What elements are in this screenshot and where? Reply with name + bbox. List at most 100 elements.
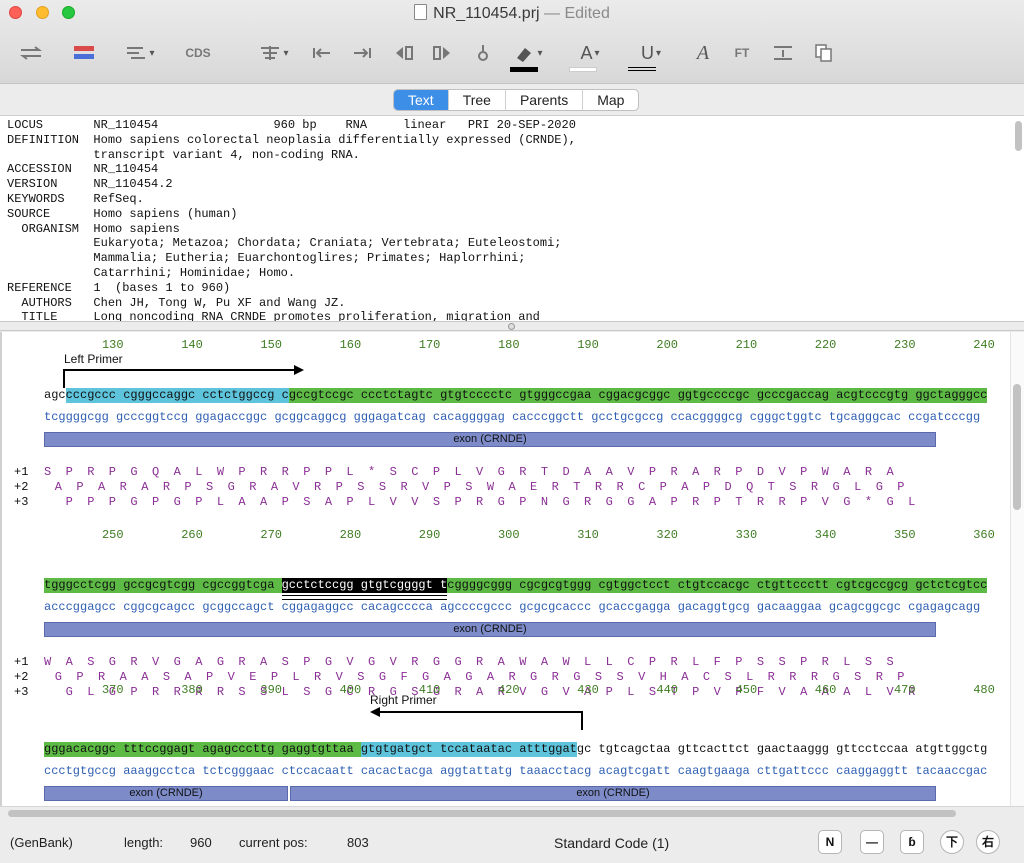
reading-frame-translation[interactable]: G P R A A S A P V E P L R V S G F G A G … — [44, 670, 908, 684]
current-pos-label: current pos: — [239, 835, 308, 850]
sequence-map-pane[interactable]: 130 140 150 160 170 180 190 200 210 220 230 240 agcc… — [0, 332, 1024, 806]
underline-dropdown[interactable]: U ▾ — [628, 40, 674, 66]
position-number: 440 — [656, 683, 678, 697]
collapse-button[interactable]: — — [860, 830, 884, 854]
position-number: 220 — [814, 338, 837, 352]
position-number: 470 — [893, 683, 916, 697]
right-primer-arrowhead — [370, 707, 380, 717]
direction-right-button[interactable]: 右 — [976, 830, 1000, 854]
position-number: 150 — [260, 338, 282, 352]
horizontal-scroll-thumb[interactable] — [8, 810, 956, 817]
direction-down-button[interactable]: 下 — [940, 830, 964, 854]
ft-button[interactable]: FT — [730, 40, 754, 66]
extend-right-icon[interactable] — [430, 40, 454, 66]
status-bar: (GenBank) length: 960 current pos: 803 S… — [0, 818, 1024, 863]
position-number: 460 — [814, 683, 837, 697]
marker-icon[interactable] — [472, 40, 494, 66]
right-primer-arrow[interactable] — [378, 711, 583, 730]
position-number: 330 — [735, 528, 758, 542]
top-strand-sequence[interactable]: tgggcctcgg gccgcgtcgg cgccggtcga gcctctc… — [44, 578, 987, 593]
position-number: 140 — [181, 338, 203, 352]
left-primer-arrow[interactable] — [63, 369, 296, 388]
position-number: 400 — [339, 683, 362, 697]
divider-handle-icon[interactable] — [508, 323, 515, 330]
text-pane-scrollbar[interactable] — [1015, 121, 1022, 151]
window-title-filename: NR_110454.prj — [433, 5, 540, 22]
top-strand-sequence[interactable]: agccccgccc cgggccaggc cctctggccg cgccgtc… — [44, 388, 987, 403]
position-number: 300 — [497, 528, 520, 542]
tab-text[interactable]: Text — [394, 90, 449, 110]
sequence-scroll-thumb[interactable] — [1013, 384, 1021, 510]
top-strand-sequence[interactable]: gggacacggc tttccggagt agagcccttg gaggtgt… — [44, 742, 987, 757]
tab-tree[interactable]: Tree — [449, 90, 506, 110]
position-number: 320 — [656, 528, 678, 542]
edited-indicator: — Edited — [544, 5, 610, 22]
reading-frame-translation[interactable]: W A S G R V G A G R A S P G V G V R G G … — [44, 655, 897, 669]
position-number: 350 — [893, 528, 916, 542]
position-number: 250 — [101, 528, 124, 542]
complement-strand-sequence[interactable]: acccggagcc cggcgcagcc gcggccagct cggagag… — [44, 600, 980, 615]
reading-frame-label: +1 — [14, 655, 29, 669]
exon-feature[interactable]: exon (CRNDE) — [290, 786, 936, 801]
alignment-lines-dropdown[interactable]: ▾ — [123, 40, 157, 66]
current-pos-value: 803 — [347, 835, 369, 850]
insert-line-icon[interactable] — [770, 40, 796, 66]
reading-frame-translation[interactable]: S P R P G Q A L W P R R P P L * S C P L … — [44, 465, 897, 479]
feature-color-icon[interactable] — [70, 40, 98, 66]
exon-feature[interactable]: exon (CRNDE) — [44, 432, 936, 447]
show-n-button[interactable]: N — [818, 830, 842, 854]
tab-map[interactable]: Map — [583, 90, 638, 110]
lock-button[interactable]: ɓ — [900, 830, 924, 854]
complement-strand-sequence[interactable]: tcggggcgg gcccggtccg ggagaccggc gcggcagg… — [44, 410, 980, 425]
format-label: (GenBank) — [10, 835, 73, 850]
view-tabs: Text Tree Parents Map — [393, 89, 640, 111]
go-to-end-icon[interactable] — [350, 40, 374, 66]
left-primer-label[interactable]: Left Primer — [64, 352, 123, 366]
font-color-dropdown[interactable]: A ▾ — [570, 40, 610, 66]
primer-arrows — [63, 365, 583, 730]
insert-feature-dropdown[interactable]: ▾ — [252, 40, 296, 66]
highlight-color-swatch — [510, 67, 538, 72]
cds-button[interactable]: CDS — [182, 40, 214, 66]
genetic-code-selector[interactable]: Standard Code (1) — [554, 835, 669, 851]
split-view-divider[interactable] — [0, 321, 1024, 331]
reading-frame-label: +3 — [14, 685, 29, 699]
selected-sequence-text[interactable]: gcctctccgg gtgtcggggt t — [282, 578, 448, 593]
reading-frame-translation[interactable]: P P P G P G P L A A P S A P L V V S P R … — [44, 495, 919, 509]
genbank-text-pane[interactable]: LOCUS NR_110454 960 bp RNA linear PRI 20… — [0, 115, 1024, 321]
font-color-swatch — [569, 67, 597, 72]
position-number: 280 — [339, 528, 362, 542]
reading-frame-label: +2 — [14, 670, 29, 684]
swap-strands-icon[interactable] — [18, 40, 44, 66]
go-to-start-icon[interactable] — [310, 40, 334, 66]
position-number: 310 — [577, 528, 599, 542]
position-number: 170 — [418, 338, 441, 352]
title-bar: NR_110454.prj — Edited ▾ CDS ▾ ▾ A ▾ U ▾… — [0, 0, 1024, 84]
extend-left-icon[interactable] — [392, 40, 416, 66]
reading-frame-translation[interactable]: A P A R A R P S G R A V R P S S R V P S … — [44, 480, 908, 494]
highlight-color-dropdown[interactable]: ▾ — [508, 40, 548, 66]
genbank-record-text[interactable]: LOCUS NR_110454 960 bp RNA linear PRI 20… — [0, 116, 1024, 321]
position-number: 210 — [735, 338, 758, 352]
sequence-vertical-scrollbar[interactable] — [1010, 332, 1024, 806]
position-number: 290 — [418, 528, 441, 542]
position-number: 230 — [893, 338, 916, 352]
position-number: 380 — [181, 683, 203, 697]
left-primer-arrowhead — [294, 365, 304, 375]
position-number: 420 — [497, 683, 520, 697]
position-number: 340 — [814, 528, 837, 542]
document-icon — [414, 4, 428, 20]
font-color-letter: A — [580, 42, 593, 63]
complement-strand-sequence[interactable]: ccctgtgccg aaaggcctca tctcgggaac ctccaca… — [44, 764, 987, 779]
reading-frame-label: +3 — [14, 495, 29, 509]
position-number: 480 — [973, 683, 995, 697]
copy-document-icon[interactable] — [812, 40, 836, 66]
right-primer-label[interactable]: Right Primer — [370, 693, 437, 707]
window-title: NR_110454.prj — Edited — [0, 4, 1024, 23]
sequence-horizontal-scrollbar[interactable] — [0, 806, 1024, 818]
exon-feature[interactable]: exon (CRNDE) — [44, 786, 288, 801]
position-number: 180 — [497, 338, 520, 352]
italic-font-button[interactable]: A — [690, 40, 716, 66]
exon-feature[interactable]: exon (CRNDE) — [44, 622, 936, 637]
tab-parents[interactable]: Parents — [506, 90, 584, 110]
